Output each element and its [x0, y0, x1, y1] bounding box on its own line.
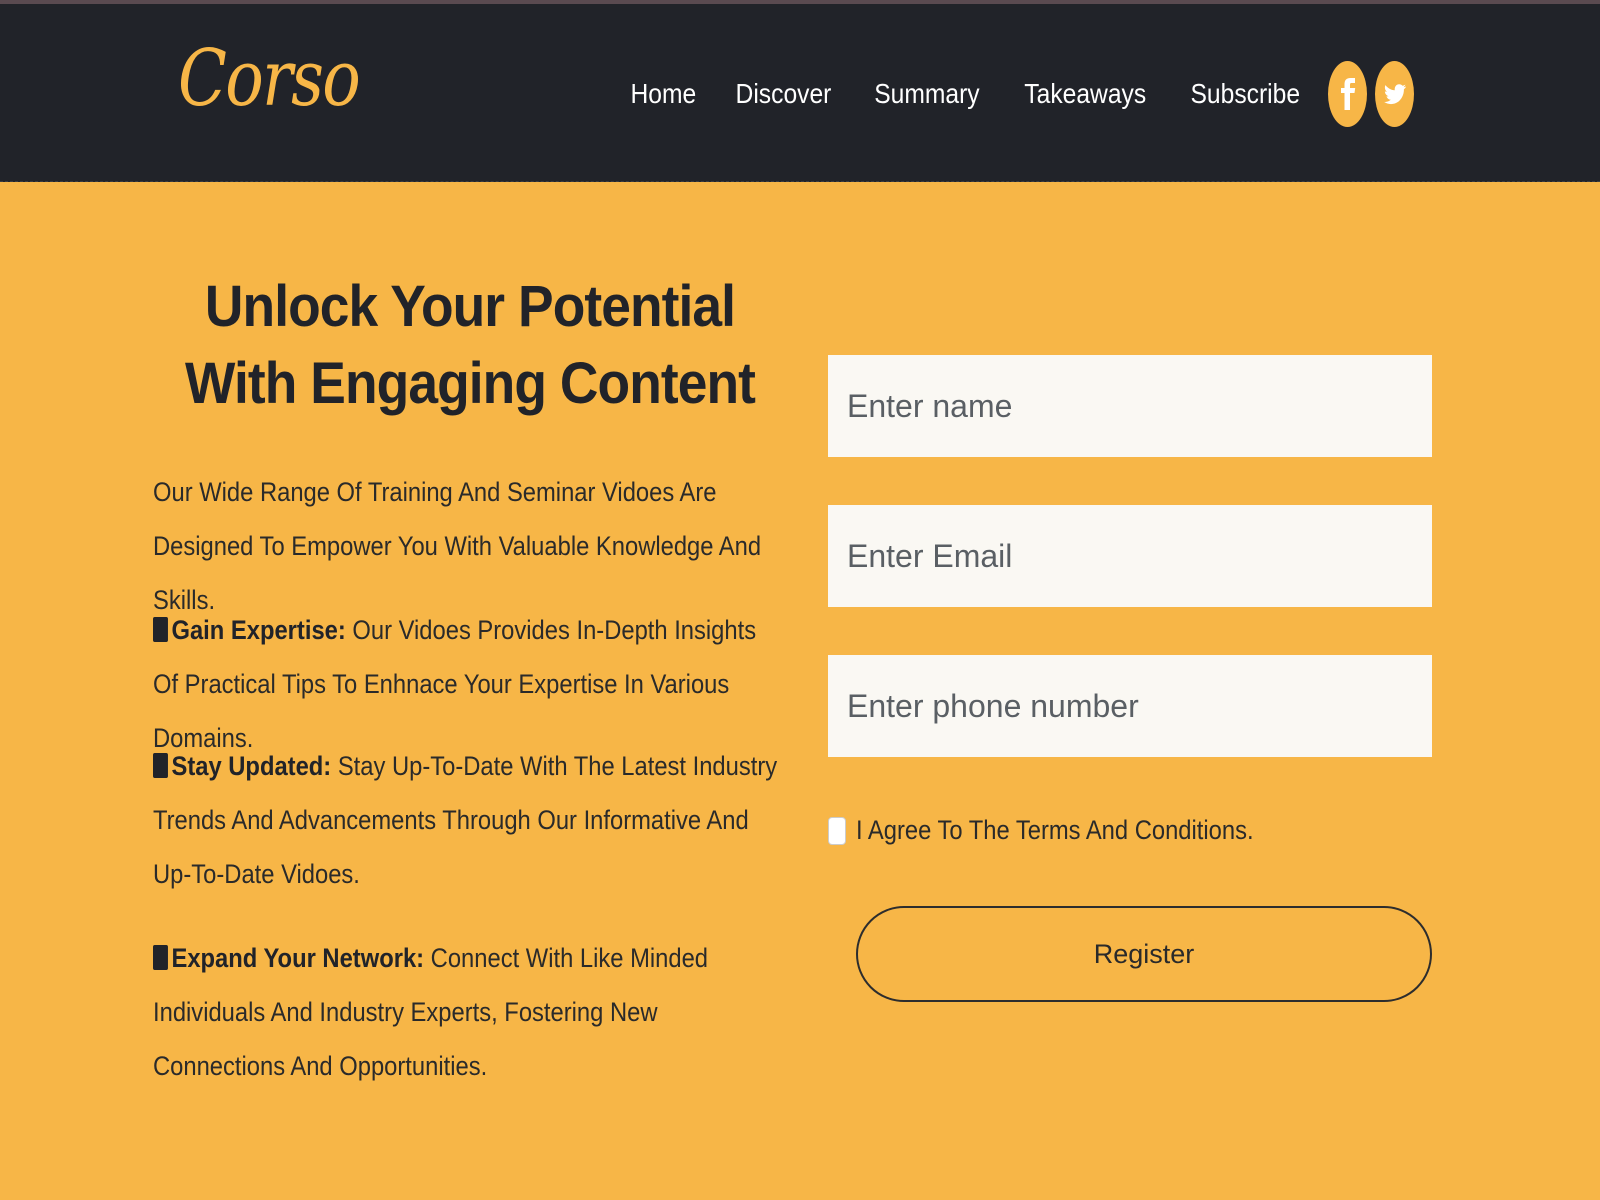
feature-item: Stay Updated: Stay Up-To-Date With The L…: [153, 739, 787, 901]
nav-summary-link[interactable]: Summary: [874, 78, 979, 110]
page-headline: Unlock Your Potential With Engaging Cont…: [184, 274, 756, 416]
register-button[interactable]: Register: [856, 906, 1432, 1002]
phone-input[interactable]: [828, 655, 1432, 757]
name-input[interactable]: [828, 355, 1432, 457]
navbar: Corso Home Discover Summary Takeaways Su…: [0, 4, 1600, 182]
nav-subscribe-link[interactable]: Subscribe: [1191, 78, 1301, 110]
facebook-icon: [1340, 78, 1355, 110]
feature-title: Stay Updated:: [171, 751, 332, 781]
feature-title: Expand Your Network:: [171, 943, 425, 973]
bullet-square-icon: [153, 945, 168, 970]
terms-label[interactable]: I Agree To The Terms And Conditions.: [856, 815, 1254, 846]
main-nav: Home Discover Summary Takeaways Subscrib…: [626, 60, 1414, 128]
bullet-square-icon: [153, 753, 168, 778]
terms-agreement: I Agree To The Terms And Conditions.: [828, 815, 1308, 846]
nav-discover-link[interactable]: Discover: [736, 78, 832, 110]
feature-item: Expand Your Network: Connect With Like M…: [153, 931, 769, 1093]
email-input[interactable]: [828, 505, 1432, 607]
nav-takeaways-link[interactable]: Takeaways: [1024, 78, 1146, 110]
terms-checkbox[interactable]: [828, 816, 846, 845]
bullet-square-icon: [153, 617, 168, 642]
facebook-button[interactable]: [1328, 61, 1367, 127]
nav-home-link[interactable]: Home: [630, 78, 696, 110]
main-section: Unlock Your Potential With Engaging Cont…: [0, 183, 1600, 1200]
feature-title: Gain Expertise:: [171, 615, 346, 645]
logo[interactable]: Corso: [178, 34, 361, 124]
twitter-icon: [1383, 84, 1406, 105]
twitter-button[interactable]: [1375, 61, 1414, 127]
